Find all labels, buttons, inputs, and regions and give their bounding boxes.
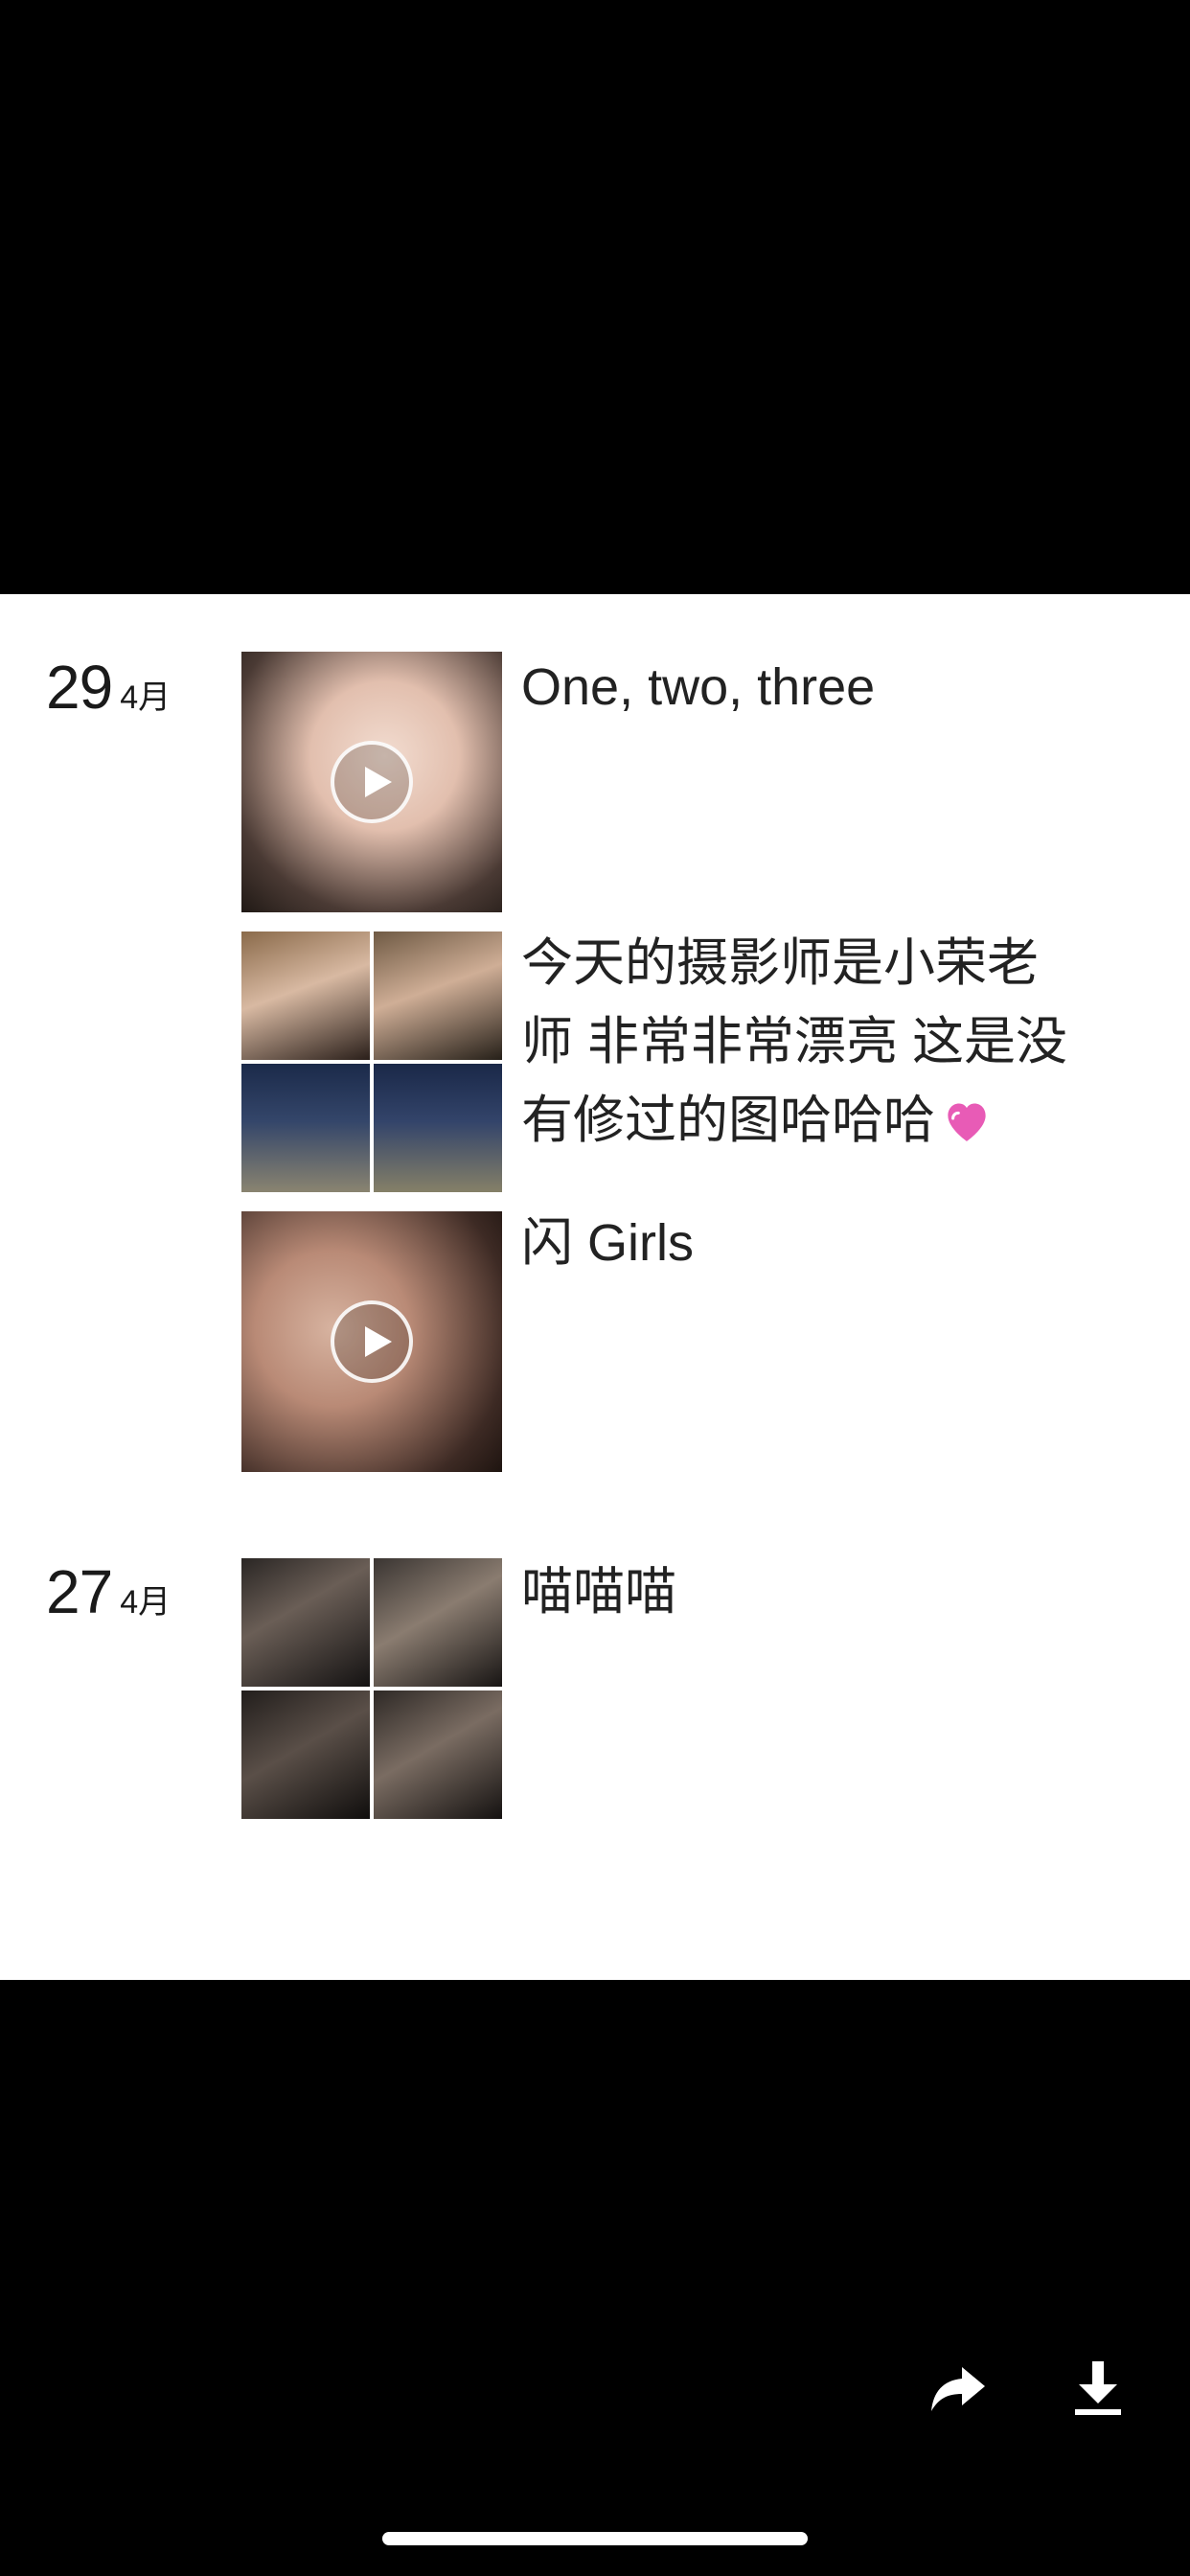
video-thumbnail[interactable] bbox=[241, 1211, 502, 1472]
post-caption: One, two, three bbox=[521, 658, 876, 716]
heart-icon bbox=[941, 1087, 993, 1141]
bottom-black-area bbox=[0, 1980, 1190, 2576]
post-caption: 闪 Girls bbox=[521, 1214, 694, 1272]
month-label: 4月 bbox=[120, 1584, 172, 1621]
post-caption: 喵喵喵 bbox=[521, 1563, 676, 1621]
month-label: 4月 bbox=[120, 679, 172, 716]
post-caption: 今天的摄影师是小荣老 师 非常非常漂亮 这是没 有修过的图哈哈哈 bbox=[521, 924, 1096, 1160]
caption-line: 今天的摄影师是小荣老 bbox=[521, 934, 1039, 992]
caption-line-with-emoji: 有修过的图哈哈哈 bbox=[521, 1081, 1096, 1160]
photo-cell[interactable] bbox=[374, 1064, 502, 1192]
photo-cell[interactable] bbox=[241, 1064, 370, 1192]
photo-cell[interactable] bbox=[374, 1558, 502, 1687]
photo-grid-thumbnail[interactable] bbox=[241, 1558, 502, 1819]
date-label: 27 4月 bbox=[46, 1556, 171, 1627]
photo-cell[interactable] bbox=[241, 1690, 370, 1819]
day-number: 29 bbox=[46, 653, 113, 722]
share-icon[interactable] bbox=[927, 2358, 989, 2419]
top-black-area bbox=[0, 0, 1190, 594]
caption-line: 师 非常非常漂亮 这是没 bbox=[521, 1013, 1068, 1070]
photo-cell[interactable] bbox=[374, 1690, 502, 1819]
photo-cell[interactable] bbox=[374, 932, 502, 1060]
date-label: 29 4月 bbox=[46, 652, 171, 723]
play-icon[interactable] bbox=[331, 1300, 413, 1383]
play-icon[interactable] bbox=[331, 741, 413, 823]
photo-cell[interactable] bbox=[241, 1558, 370, 1687]
home-indicator[interactable] bbox=[382, 2532, 808, 2545]
moments-panel bbox=[0, 594, 1190, 1980]
photo-grid-thumbnail[interactable] bbox=[241, 932, 502, 1192]
day-number: 27 bbox=[46, 1557, 113, 1626]
caption-line: 有修过的图哈哈哈 bbox=[521, 1092, 935, 1149]
download-icon[interactable] bbox=[1067, 2358, 1129, 2419]
video-thumbnail[interactable] bbox=[241, 652, 502, 912]
photo-cell[interactable] bbox=[241, 932, 370, 1060]
